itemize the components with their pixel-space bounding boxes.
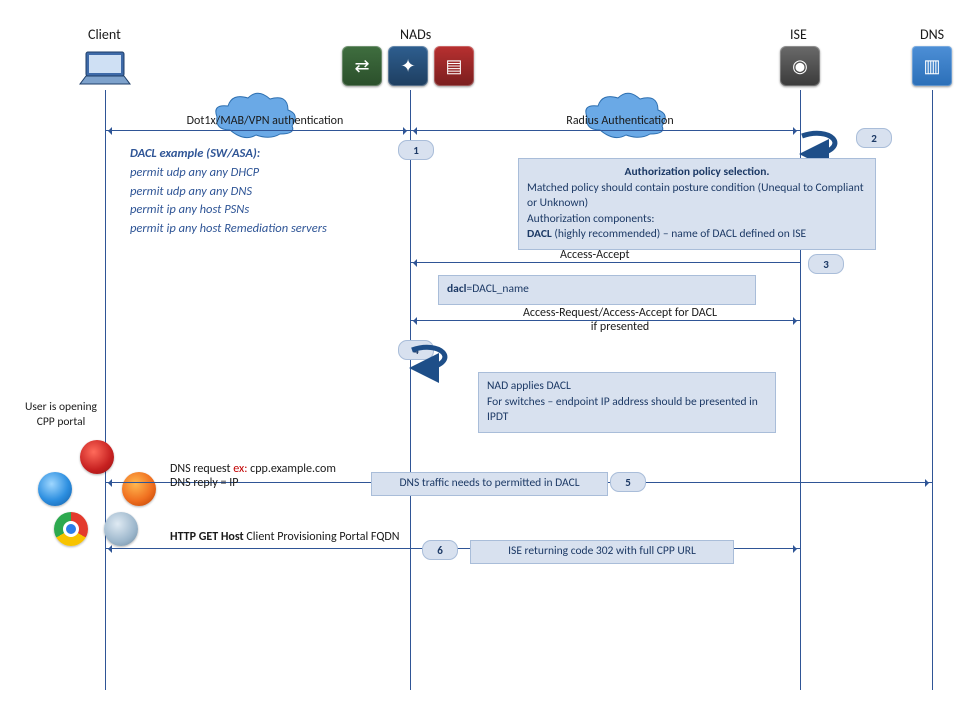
dns-req-text: DNS request	[170, 462, 233, 476]
badge-6: 6	[422, 540, 458, 560]
arrow-radius	[410, 130, 800, 131]
firefox-icon	[122, 472, 156, 506]
arrow-access-accept	[410, 262, 800, 263]
lifeline-client	[105, 90, 106, 690]
lifeline-dns	[932, 90, 933, 690]
dacl-ex-hdr: DACL example (SW/ASA):	[130, 145, 327, 164]
label-dacl-exchange: Access-Request/Access-Accept for DACL if…	[520, 306, 720, 335]
dacl-ex-l4: permit ip any host Remediation servers	[130, 220, 327, 239]
col-dns: DNS	[920, 26, 944, 43]
nad-switch-icon: ⇄	[342, 46, 382, 86]
lifeline-nads	[410, 90, 411, 690]
authz-l3b: (highly recommended) – name of DACL defi…	[552, 227, 806, 241]
dns-server-icon: ▥	[912, 46, 952, 86]
label-http-get: HTTP GET Host Client Provisioning Portal…	[170, 530, 400, 546]
box-authz: Authorization policy selection. Matched …	[518, 158, 876, 250]
http-get-bold: HTTP GET Host	[170, 530, 246, 544]
opera-icon	[80, 440, 114, 474]
note-cpp: User is opening CPP portal	[16, 400, 106, 430]
dacl-example: DACL example (SW/ASA): permit udp any an…	[130, 145, 327, 239]
label-radius: Radius Authentication	[540, 114, 700, 128]
label-access-accept: Access-Accept	[560, 248, 629, 262]
label-dot1x: Dot1x/MAB/VPN authentication	[155, 114, 375, 128]
nad-router-icon: ✦	[388, 46, 428, 86]
loop-ise-authz	[800, 132, 846, 156]
authz-l3a: DACL	[527, 227, 552, 241]
box-dns-permit: DNS traffic needs to permitted in DACL	[371, 472, 608, 496]
http-get-rest: Client Provisioning Portal FQDN	[246, 530, 399, 544]
box-ise-302: ISE returning code 302 with full CPP URL	[470, 540, 734, 564]
authz-title: Authorization policy selection.	[625, 165, 770, 179]
safari-icon	[104, 512, 138, 546]
col-client: Client	[88, 26, 121, 43]
dns-req-ex-label: ex:	[233, 462, 247, 476]
box-nad-applies: NAD applies DACL For switches – endpoint…	[478, 372, 776, 433]
dacl-kv-key: dacl	[447, 282, 467, 296]
ie-icon	[38, 472, 72, 506]
col-ise: ISE	[790, 26, 807, 43]
label-dns-req: DNS request ex: cpp.example.com DNS repl…	[170, 462, 336, 490]
badge-1: 1	[398, 140, 434, 160]
nad-firewall-icon: ▤	[434, 46, 474, 86]
dns-req-ex-value: cpp.example.com	[247, 462, 335, 476]
col-nads: NADs	[400, 26, 431, 43]
box-dacl-kv: dacl=DACL_name	[438, 275, 756, 305]
badge-3: 3	[808, 254, 844, 274]
authz-l1: Matched policy should contain posture co…	[527, 181, 867, 212]
browser-wheel	[30, 440, 170, 560]
dns-reply-text: DNS reply = IP	[170, 476, 238, 490]
arrow-dot1x	[105, 130, 410, 131]
dacl-kv-val: =DACL_name	[467, 282, 529, 296]
nad-applies-l1: NAD applies DACL	[487, 379, 767, 395]
dacl-ex-l2: permit udp any any DNS	[130, 183, 327, 202]
dacl-ex-l1: permit udp any any DHCP	[130, 164, 327, 183]
dacl-ex-l3: permit ip any host PSNs	[130, 201, 327, 220]
ise-icon: ◉	[780, 46, 820, 86]
loop-nad-dacl	[410, 346, 456, 370]
badge-5: 5	[610, 472, 646, 492]
chrome-icon	[54, 512, 88, 546]
badge-2: 2	[856, 128, 892, 148]
nad-applies-l2: For switches – endpoint IP address shoul…	[487, 395, 767, 426]
laptop-icon	[78, 50, 132, 94]
authz-l2: Authorization components:	[527, 212, 867, 228]
